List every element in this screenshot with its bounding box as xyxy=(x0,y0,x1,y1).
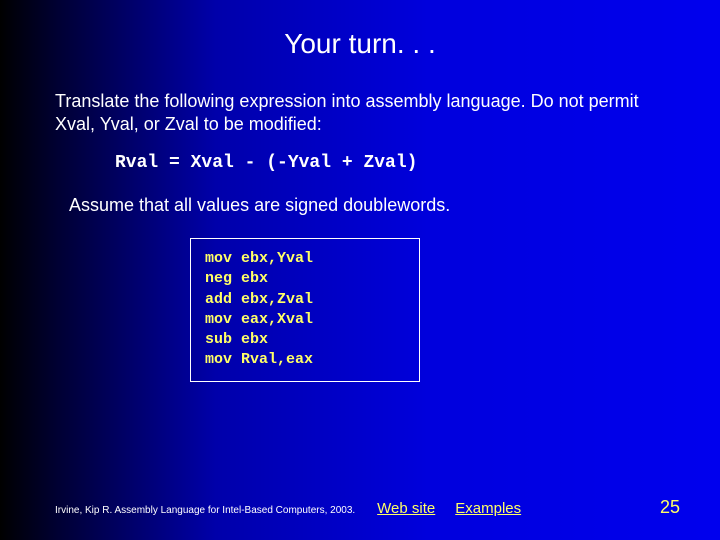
slide: Your turn. . . Translate the following e… xyxy=(0,0,720,540)
slide-title: Your turn. . . xyxy=(0,0,720,60)
assembly-code-box: mov ebx,Yval neg ebx add ebx,Zval mov ea… xyxy=(190,238,420,382)
expression-code: Rval = Xval - (-Yval + Zval) xyxy=(115,153,665,173)
assumption-text: Assume that all values are signed double… xyxy=(69,195,665,216)
footer: Irvine, Kip R. Assembly Language for Int… xyxy=(55,497,680,518)
examples-link[interactable]: Examples xyxy=(455,500,521,517)
credit-text: Irvine, Kip R. Assembly Language for Int… xyxy=(55,505,355,516)
slide-content: Translate the following expression into … xyxy=(0,60,720,382)
page-number: 25 xyxy=(660,497,680,518)
website-link[interactable]: Web site xyxy=(377,500,435,517)
instruction-text: Translate the following expression into … xyxy=(55,90,665,135)
